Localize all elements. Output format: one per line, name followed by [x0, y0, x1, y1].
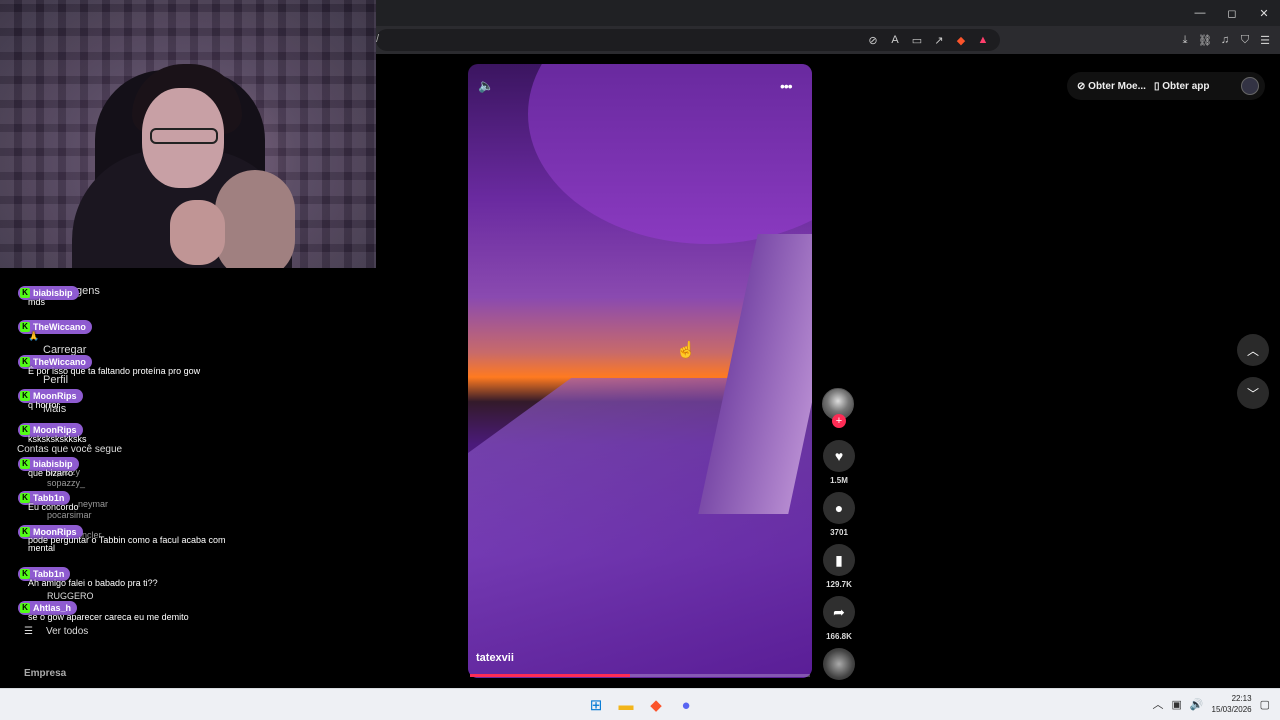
maximize-button[interactable]: ◻	[1216, 0, 1248, 26]
chevron-up-icon[interactable]: ︿	[1152, 696, 1163, 712]
comment-button[interactable]: ●	[823, 492, 855, 524]
discord-icon[interactable]: ●	[675, 694, 697, 716]
chat-message: K Ahtlas_h se o gow aparecer careca eu me…	[18, 597, 189, 622]
network-icon[interactable]: ▣	[1171, 698, 1181, 711]
cast-icon[interactable]: ▭	[908, 31, 926, 49]
webcam-arm	[215, 170, 295, 268]
video-canopy	[528, 64, 812, 244]
save-count: 129.7K	[826, 580, 852, 589]
user-avatar[interactable]	[1241, 77, 1259, 95]
chat-message: K TheWiccano 🙏	[18, 316, 92, 341]
share-arrow-icon: ➦	[833, 603, 845, 620]
comment-icon: ●	[834, 500, 844, 516]
share-icon[interactable]: ↗	[930, 31, 948, 49]
translate-off-icon[interactable]: ⊘	[864, 31, 882, 49]
brave-rewards-icon[interactable]: ▲	[974, 31, 992, 49]
taskbar-apps: ⊞ ▬ ◆ ●	[585, 694, 697, 716]
chat-message: K MoonRips pode perguntar o Tabbin como a…	[18, 521, 225, 553]
window-controls: — ◻ ✕	[1184, 0, 1280, 26]
video-boat-post	[698, 234, 812, 514]
screen: — ◻ ✕ / ⊘ A ▭ ↗ ◆ ▲ ⤓ ⛓ ♫ ⛉ ☰ gens Carre…	[0, 0, 1280, 720]
save-button[interactable]: ▮	[823, 544, 855, 576]
file-explorer-icon[interactable]: ▬	[615, 694, 637, 716]
video-author-name[interactable]: tatexvii	[476, 652, 514, 664]
like-button[interactable]: ♥	[823, 440, 855, 472]
video-progress-fill	[470, 674, 630, 677]
mouse-cursor-icon: ☝	[676, 342, 696, 359]
video-player[interactable]	[468, 64, 812, 678]
previous-video-button[interactable]: ︿	[1237, 334, 1269, 366]
address-text: /	[376, 33, 380, 45]
volume-icon[interactable]: 🔈	[478, 78, 498, 94]
minimize-button[interactable]: —	[1184, 0, 1216, 26]
bookmark-icon: ▮	[835, 551, 843, 568]
taskbar: ⊞ ▬ ◆ ● ︿ ▣ 🔊 22:13 15/03/2026 ▢	[0, 688, 1280, 720]
brave-shields-icon[interactable]: ◆	[952, 31, 970, 49]
brave-browser-icon[interactable]: ◆	[645, 694, 667, 716]
next-video-button[interactable]: ﹀	[1237, 377, 1269, 409]
close-button[interactable]: ✕	[1248, 0, 1280, 26]
address-icons: ⊘ A ▭ ↗ ◆ ▲	[864, 31, 992, 49]
header-actions: ⊘ Obter Moe... ▯ Obter app	[1067, 72, 1265, 100]
windows-start-icon[interactable]: ⊞	[585, 694, 607, 716]
download-icon[interactable]: ⤓	[1176, 31, 1194, 49]
following-account[interactable]: neymar	[78, 499, 108, 509]
webcam-hand	[170, 200, 225, 265]
more-options-icon[interactable]: •••	[780, 78, 800, 94]
follow-plus-icon[interactable]: +	[832, 414, 846, 428]
chat-message: K MoonRips q horror	[18, 385, 83, 410]
sound-disc[interactable]	[823, 648, 855, 680]
heart-icon: ♥	[834, 448, 844, 464]
chat-message: K TheWiccano É por isso que ta faltando p…	[18, 351, 200, 376]
address-bar[interactable]: / ⊘ A ▭ ↗ ◆ ▲	[376, 29, 1000, 51]
list-icon: ☰	[24, 626, 33, 637]
link-icon[interactable]: ⛓	[1196, 31, 1214, 49]
chat-message: K MoonRips kskskskskksks	[18, 419, 87, 444]
vpn-icon[interactable]: ⛉	[1236, 31, 1254, 49]
clock-date: 15/03/2026	[1211, 705, 1252, 714]
volume-icon[interactable]: 🔊	[1190, 698, 1204, 711]
get-app-button[interactable]: ▯ Obter app	[1154, 81, 1210, 92]
see-all-link[interactable]: Ver todos	[46, 626, 88, 637]
share-count: 166.8K	[826, 632, 852, 641]
media-icon[interactable]: ♫	[1216, 31, 1234, 49]
translate-icon[interactable]: A	[886, 31, 904, 49]
system-tray: ︿ ▣ 🔊 22:13 15/03/2026 ▢	[1152, 693, 1270, 715]
menu-icon[interactable]: ☰	[1256, 31, 1274, 49]
chevron-down-icon: ﹀	[1246, 386, 1259, 401]
get-coins-button[interactable]: ⊘ Obter Moe...	[1077, 81, 1146, 92]
chevron-up-icon: ︿	[1246, 343, 1259, 358]
clock[interactable]: 22:13 15/03/2026	[1212, 693, 1252, 715]
notification-icon[interactable]: ▢	[1260, 698, 1270, 711]
footer-company[interactable]: Empresa	[24, 668, 66, 679]
webcam-glasses	[150, 128, 218, 144]
clock-time: 22:13	[1231, 694, 1252, 703]
chat-message: K Tabb1n Eu concordo	[18, 487, 79, 512]
video-progress-bar[interactable]	[470, 674, 810, 677]
comment-count: 3701	[830, 528, 848, 537]
sidebar-item-messages[interactable]: gens	[76, 285, 100, 297]
like-count: 1.5M	[830, 476, 848, 485]
toolbar-right: ⤓ ⛓ ♫ ⛉ ☰	[1176, 31, 1274, 49]
chat-message: K Tabb1n Ah amigo falei o babado pra ti??	[18, 563, 158, 588]
webcam-overlay	[0, 0, 376, 268]
coin-icon: ⊘	[1077, 80, 1089, 92]
share-button[interactable]: ➦	[823, 596, 855, 628]
chat-message: Kbiabisbip mds	[18, 282, 79, 307]
chat-message: Kbiabisbip que bizarro	[18, 453, 79, 478]
phone-icon: ▯	[1153, 80, 1163, 92]
